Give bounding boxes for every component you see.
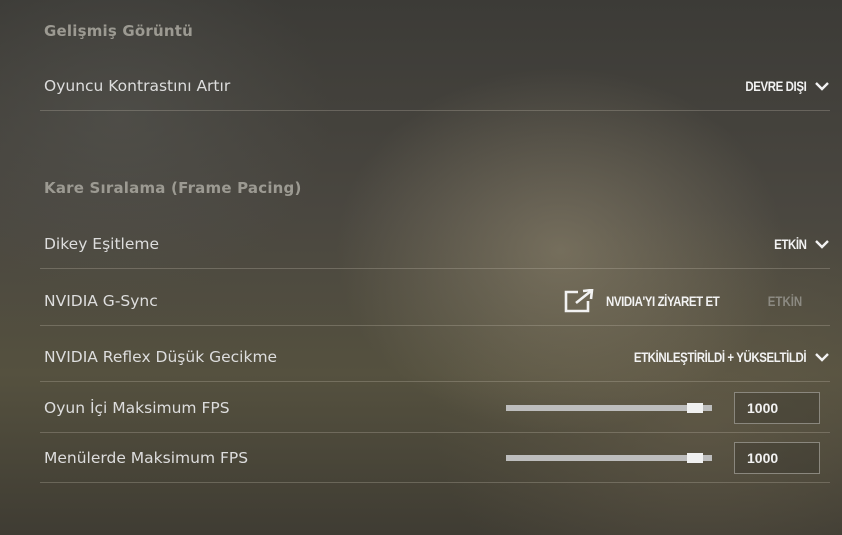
max-fps-game-slider[interactable] — [506, 402, 712, 413]
slider-handle[interactable] — [687, 402, 703, 413]
setting-row-max-fps-game: Oyun İçi Maksimum FPS — [40, 383, 830, 433]
dropdown-value: DEVRE DIŞI — [745, 77, 806, 94]
chevron-down-icon — [815, 81, 829, 91]
slider-handle[interactable] — [687, 452, 703, 463]
gsync-value: ETKİN — [767, 292, 803, 309]
dropdown-value: ETKİNLEŞTİRİLDİ + YÜKSELTİLDİ — [633, 348, 807, 365]
vsync-dropdown[interactable]: ETKİN — [767, 236, 831, 252]
chevron-down-icon — [815, 352, 829, 362]
setting-label: Oyun İçi Maksimum FPS — [44, 398, 230, 417]
chevron-down-icon — [815, 239, 829, 249]
setting-row-gsync: NVIDIA G-Sync NVIDIA'YI ZİYARET ET ETKİN — [40, 276, 830, 326]
setting-label: NVIDIA G-Sync — [44, 291, 158, 310]
external-link-icon — [564, 288, 594, 312]
section-title-advanced-video: Gelişmiş Görüntü — [44, 22, 194, 40]
setting-row-max-fps-menu: Menülerde Maksimum FPS — [40, 433, 830, 483]
setting-label: NVIDIA Reflex Düşük Gecikme — [44, 347, 278, 366]
visit-nvidia-label: NVIDIA'YI ZİYARET ET — [606, 292, 720, 309]
player-contrast-dropdown[interactable]: DEVRE DIŞI — [732, 78, 830, 94]
dropdown-value: ETKİN — [773, 235, 807, 252]
max-fps-menu-input[interactable] — [734, 441, 820, 474]
setting-row-vsync: Dikey Eşitleme ETKİN — [40, 219, 830, 269]
setting-label: Oyuncu Kontrastını Artır — [44, 76, 231, 95]
max-fps-game-input[interactable] — [734, 391, 820, 424]
section-title-frame-pacing: Kare Sıralama (Frame Pacing) — [44, 179, 302, 197]
max-fps-menu-slider[interactable] — [506, 452, 712, 463]
setting-label: Menülerde Maksimum FPS — [44, 448, 249, 467]
setting-row-reflex: NVIDIA Reflex Düşük Gecikme ETKİNLEŞTİRİ… — [40, 332, 830, 382]
reflex-dropdown[interactable]: ETKİNLEŞTİRİLDİ + YÜKSELTİLDİ — [596, 349, 830, 365]
setting-row-player-contrast: Oyuncu Kontrastını Artır DEVRE DIŞI — [40, 61, 830, 111]
visit-nvidia-link[interactable]: NVIDIA'YI ZİYARET ET — [564, 288, 756, 313]
setting-label: Dikey Eşitleme — [44, 234, 160, 253]
